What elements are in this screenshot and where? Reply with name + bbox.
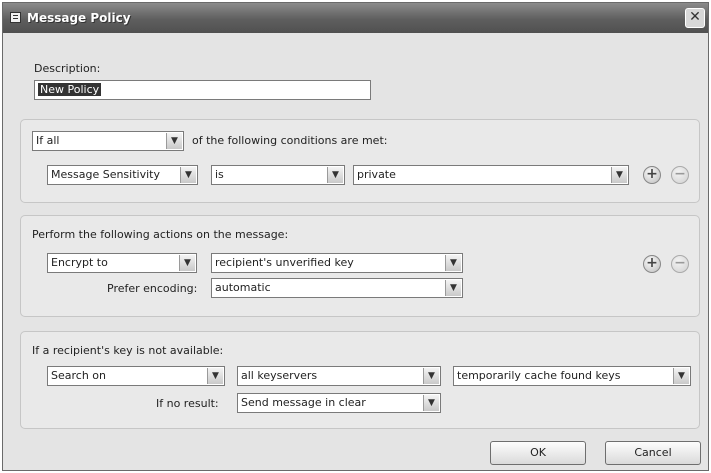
- window-icon: [10, 12, 21, 23]
- condition-match-select[interactable]: If all ▼: [32, 131, 184, 151]
- chevron-down-icon: ▼: [180, 167, 196, 183]
- condition-match-value: If all: [36, 134, 60, 147]
- condition-value-select[interactable]: private ▼: [353, 165, 629, 185]
- condition-field-select[interactable]: Message Sensitivity ▼: [47, 165, 198, 185]
- chevron-down-icon: ▼: [673, 368, 689, 384]
- remove-action-button[interactable]: −: [671, 255, 689, 273]
- prefer-encoding-select[interactable]: automatic ▼: [211, 278, 463, 298]
- missing-key-heading: If a recipient's key is not available:: [32, 344, 224, 357]
- keyserver-select[interactable]: all keyservers ▼: [237, 366, 441, 386]
- condition-operator-select[interactable]: is ▼: [211, 165, 345, 185]
- window-title: Message Policy: [27, 11, 131, 25]
- description-value: New Policy: [38, 83, 102, 96]
- chevron-down-icon: ▼: [445, 280, 461, 296]
- minus-icon: −: [674, 166, 686, 182]
- action-select[interactable]: Encrypt to ▼: [47, 253, 197, 273]
- chevron-down-icon: ▼: [179, 255, 195, 271]
- plus-icon: +: [646, 255, 658, 271]
- remove-condition-button[interactable]: −: [671, 166, 689, 184]
- plus-icon: +: [646, 166, 658, 182]
- actions-heading: Perform the following actions on the mes…: [32, 228, 289, 241]
- cache-select[interactable]: temporarily cache found keys ▼: [453, 366, 691, 386]
- cancel-button[interactable]: Cancel: [605, 441, 701, 465]
- ok-button[interactable]: OK: [490, 441, 586, 465]
- add-condition-button[interactable]: +: [643, 166, 661, 184]
- action-value: Encrypt to: [51, 256, 108, 269]
- chevron-down-icon: ▼: [611, 167, 627, 183]
- message-policy-dialog: Message Policy ✕ Description: New Policy…: [2, 2, 709, 471]
- chevron-down-icon: ▼: [445, 255, 461, 271]
- description-field[interactable]: New Policy: [34, 80, 371, 100]
- chevron-down-icon: ▼: [327, 167, 343, 183]
- close-button[interactable]: ✕: [685, 8, 705, 28]
- condition-field-value: Message Sensitivity: [51, 168, 160, 181]
- minus-icon: −: [674, 255, 686, 271]
- condition-operator-value: is: [215, 168, 224, 181]
- description-label: Description:: [34, 62, 101, 75]
- conditions-suffix-label: of the following conditions are met:: [192, 134, 388, 147]
- no-result-select[interactable]: Send message in clear ▼: [237, 393, 441, 413]
- keyserver-value: all keyservers: [241, 369, 318, 382]
- condition-value-value: private: [357, 168, 396, 181]
- cache-value: temporarily cache found keys: [457, 369, 621, 382]
- action-key-value: recipient's unverified key: [215, 256, 354, 269]
- missing-key-action-select[interactable]: Search on ▼: [47, 366, 225, 386]
- no-result-label: If no result:: [156, 397, 219, 410]
- title-bar[interactable]: Message Policy ✕: [3, 3, 708, 33]
- no-result-value: Send message in clear: [241, 396, 366, 409]
- chevron-down-icon: ▼: [166, 133, 182, 149]
- add-action-button[interactable]: +: [643, 255, 661, 273]
- chevron-down-icon: ▼: [423, 395, 439, 411]
- prefer-encoding-value: automatic: [215, 281, 271, 294]
- chevron-down-icon: ▼: [423, 368, 439, 384]
- chevron-down-icon: ▼: [207, 368, 223, 384]
- action-key-select[interactable]: recipient's unverified key ▼: [211, 253, 463, 273]
- missing-key-action-value: Search on: [51, 369, 106, 382]
- prefer-encoding-label: Prefer encoding:: [107, 282, 198, 295]
